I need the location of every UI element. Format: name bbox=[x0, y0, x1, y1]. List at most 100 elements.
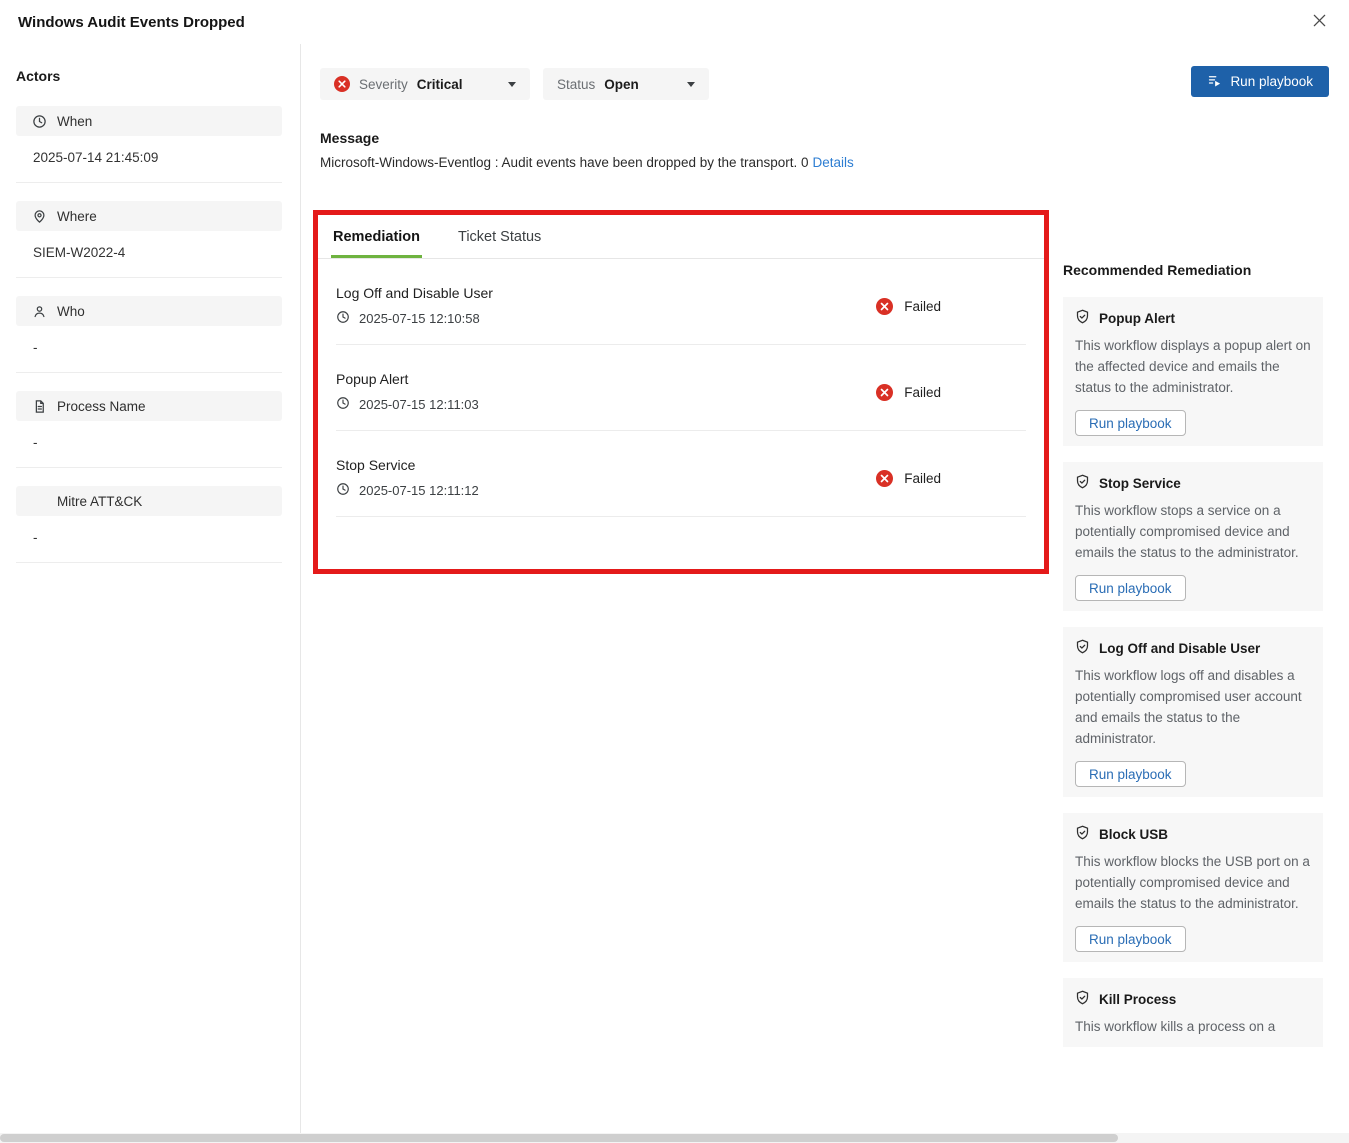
remediation-item-title: Stop Service bbox=[336, 457, 416, 473]
critical-severity-icon bbox=[334, 76, 350, 92]
details-link[interactable]: Details bbox=[813, 155, 854, 170]
top-bar: Windows Audit Events Dropped bbox=[0, 0, 1349, 44]
run-playbook-outline-button[interactable]: Run playbook bbox=[1075, 410, 1186, 436]
annotation-highlight-box: Remediation Ticket Status Log Off and Di… bbox=[313, 210, 1049, 574]
run-playbook-label: Run playbook bbox=[1230, 74, 1313, 89]
close-button[interactable] bbox=[1308, 9, 1331, 35]
clock-icon bbox=[336, 310, 350, 327]
remediation-card-block-usb: Block USB This workflow blocks the USB p… bbox=[1063, 813, 1323, 962]
incident-detail-page: Windows Audit Events Dropped Actors When… bbox=[0, 0, 1349, 1143]
severity-filter-dropdown[interactable]: Severity Critical bbox=[320, 68, 530, 100]
page-title: Windows Audit Events Dropped bbox=[18, 13, 245, 31]
actors-heading: Actors bbox=[16, 68, 61, 84]
run-playbook-button[interactable]: Run playbook bbox=[1191, 66, 1329, 97]
run-playbook-icon bbox=[1207, 73, 1222, 91]
failed-icon bbox=[876, 383, 894, 401]
scrollbar-thumb[interactable] bbox=[0, 1134, 1118, 1142]
shield-check-icon bbox=[1075, 825, 1090, 843]
field-who: Who - bbox=[16, 296, 282, 373]
card-title: Log Off and Disable User bbox=[1099, 640, 1261, 656]
card-description: This workflow logs off and disables a po… bbox=[1075, 668, 1302, 746]
remediation-item-info: Stop Service 2025-07-15 12:11:12 bbox=[336, 457, 479, 499]
remediation-panel: Remediation Ticket Status Log Off and Di… bbox=[318, 215, 1044, 517]
shield-check-icon bbox=[1075, 990, 1090, 1008]
status-text: Failed bbox=[904, 298, 941, 314]
field-mitre-attack: Mitre ATT&CK - bbox=[16, 486, 282, 563]
field-value-process-name: - bbox=[33, 435, 38, 450]
shield-check-icon bbox=[1075, 309, 1090, 327]
field-label-mitre-attack: Mitre ATT&CK bbox=[57, 493, 143, 509]
message-heading: Message bbox=[320, 130, 380, 146]
tab-bar: Remediation Ticket Status bbox=[318, 215, 1044, 259]
status-value: Open bbox=[604, 76, 639, 92]
status-filter-dropdown[interactable]: Status Open bbox=[543, 68, 709, 100]
recommended-remediation-heading: Recommended Remediation bbox=[1063, 262, 1252, 278]
document-icon bbox=[32, 399, 47, 414]
remediation-item-time-row: 2025-07-15 12:11:12 bbox=[336, 482, 479, 499]
remediation-item: Log Off and Disable User 2025-07-15 12:1… bbox=[336, 259, 1026, 345]
field-when: When 2025-07-14 21:45:09 bbox=[16, 106, 282, 183]
card-title-row: Popup Alert bbox=[1075, 309, 1311, 327]
remediation-item-title: Log Off and Disable User bbox=[336, 285, 493, 301]
clock-icon bbox=[336, 482, 350, 499]
recommended-remediation-panel: Recommended Remediation Popup Alert This… bbox=[1063, 262, 1323, 1143]
remediation-item-status: Failed bbox=[876, 469, 941, 487]
card-title-row: Block USB bbox=[1075, 825, 1311, 843]
message-text: Microsoft-Windows-Eventlog : Audit event… bbox=[320, 155, 854, 170]
chevron-down-icon bbox=[687, 81, 695, 87]
field-value-where: SIEM-W2022-4 bbox=[33, 245, 126, 260]
status-text: Failed bbox=[904, 470, 941, 486]
remediation-card-stop-service: Stop Service This workflow stops a servi… bbox=[1063, 462, 1323, 611]
horizontal-scrollbar bbox=[0, 1133, 1349, 1143]
remediation-list: Log Off and Disable User 2025-07-15 12:1… bbox=[318, 259, 1044, 517]
person-icon bbox=[32, 304, 47, 319]
field-value-mitre-attack: - bbox=[33, 530, 38, 545]
remediation-item: Popup Alert 2025-07-15 12:11:03 Failed bbox=[336, 345, 1026, 431]
card-title: Block USB bbox=[1099, 826, 1169, 842]
field-header-mitre-attack: Mitre ATT&CK bbox=[16, 486, 282, 516]
remediation-item-status: Failed bbox=[876, 297, 941, 315]
message-body: Microsoft-Windows-Eventlog : Audit event… bbox=[320, 155, 809, 170]
field-header-where: Where bbox=[16, 201, 282, 231]
field-header-process-name: Process Name bbox=[16, 391, 282, 421]
run-playbook-outline-button[interactable]: Run playbook bbox=[1075, 575, 1186, 601]
shield-check-icon bbox=[1075, 639, 1090, 657]
actors-panel: Actors When 2025-07-14 21:45:09 Where SI… bbox=[0, 44, 301, 1133]
field-label-where: Where bbox=[57, 208, 97, 224]
field-label-when: When bbox=[57, 113, 93, 129]
field-value-when: 2025-07-14 21:45:09 bbox=[33, 150, 159, 165]
remediation-item-timestamp: 2025-07-15 12:11:12 bbox=[359, 483, 479, 498]
remediation-item-timestamp: 2025-07-15 12:10:58 bbox=[359, 311, 480, 326]
tab-ticket-status[interactable]: Ticket Status bbox=[456, 215, 543, 258]
card-description: This workflow displays a popup alert on … bbox=[1075, 338, 1311, 395]
remediation-card-log-off-disable-user: Log Off and Disable User This workflow l… bbox=[1063, 627, 1323, 797]
remediation-item-info: Popup Alert 2025-07-15 12:11:03 bbox=[336, 371, 479, 413]
severity-label: Severity bbox=[359, 76, 408, 92]
remediation-item-time-row: 2025-07-15 12:11:03 bbox=[336, 396, 479, 413]
remediation-item: Stop Service 2025-07-15 12:11:12 Failed bbox=[336, 431, 1026, 517]
close-icon bbox=[1312, 13, 1327, 31]
card-title-row: Log Off and Disable User bbox=[1075, 639, 1311, 657]
shield-check-icon bbox=[1075, 474, 1090, 492]
field-value-who: - bbox=[33, 340, 38, 355]
clock-icon bbox=[32, 114, 47, 129]
field-header-who: Who bbox=[16, 296, 282, 326]
field-header-when: When bbox=[16, 106, 282, 136]
run-playbook-outline-button[interactable]: Run playbook bbox=[1075, 926, 1186, 952]
card-title: Popup Alert bbox=[1099, 310, 1175, 326]
remediation-card-popup-alert: Popup Alert This workflow displays a pop… bbox=[1063, 297, 1323, 446]
card-description: This workflow blocks the USB port on a p… bbox=[1075, 854, 1310, 911]
run-playbook-outline-button[interactable]: Run playbook bbox=[1075, 761, 1186, 787]
field-label-who: Who bbox=[57, 303, 85, 319]
failed-icon bbox=[876, 297, 894, 315]
card-title: Stop Service bbox=[1099, 475, 1181, 491]
card-title-row: Kill Process bbox=[1075, 990, 1311, 1008]
failed-icon bbox=[876, 469, 894, 487]
remediation-item-time-row: 2025-07-15 12:10:58 bbox=[336, 310, 493, 327]
remediation-item-status: Failed bbox=[876, 383, 941, 401]
card-title-row: Stop Service bbox=[1075, 474, 1311, 492]
field-label-process-name: Process Name bbox=[57, 398, 146, 414]
tab-remediation[interactable]: Remediation bbox=[331, 215, 423, 258]
field-process-name: Process Name - bbox=[16, 391, 282, 468]
status-label: Status bbox=[557, 76, 596, 92]
